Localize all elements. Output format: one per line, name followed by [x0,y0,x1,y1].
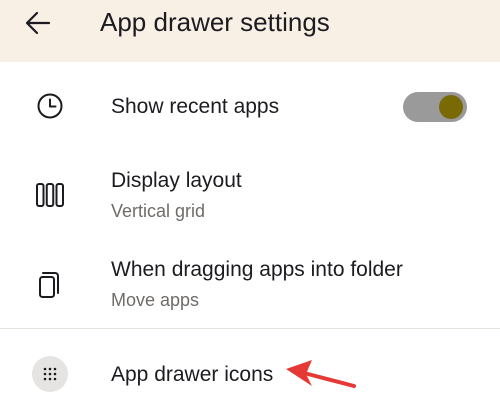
columns-icon [26,171,74,219]
setting-title: When dragging apps into folder [111,258,403,281]
setting-title: App drawer icons [111,363,274,386]
page-title: App drawer settings [100,7,330,37]
back-button[interactable] [14,1,62,45]
arrow-left-icon [25,11,51,35]
app-bar: App drawer settings [0,0,500,62]
clock-icon [26,82,74,130]
setting-title: Show recent apps [111,95,280,118]
section-divider [0,328,500,329]
recent-apps-toggle[interactable] [403,92,467,122]
setting-title: Display layout [111,169,242,192]
annotation-arrow-icon [286,360,356,388]
setting-subtitle: Move apps [111,290,200,310]
setting-subtitle: Vertical grid [111,201,206,221]
toggle-knob [439,95,463,119]
grid-dots-icon [26,350,74,398]
copy-icon [26,261,74,309]
